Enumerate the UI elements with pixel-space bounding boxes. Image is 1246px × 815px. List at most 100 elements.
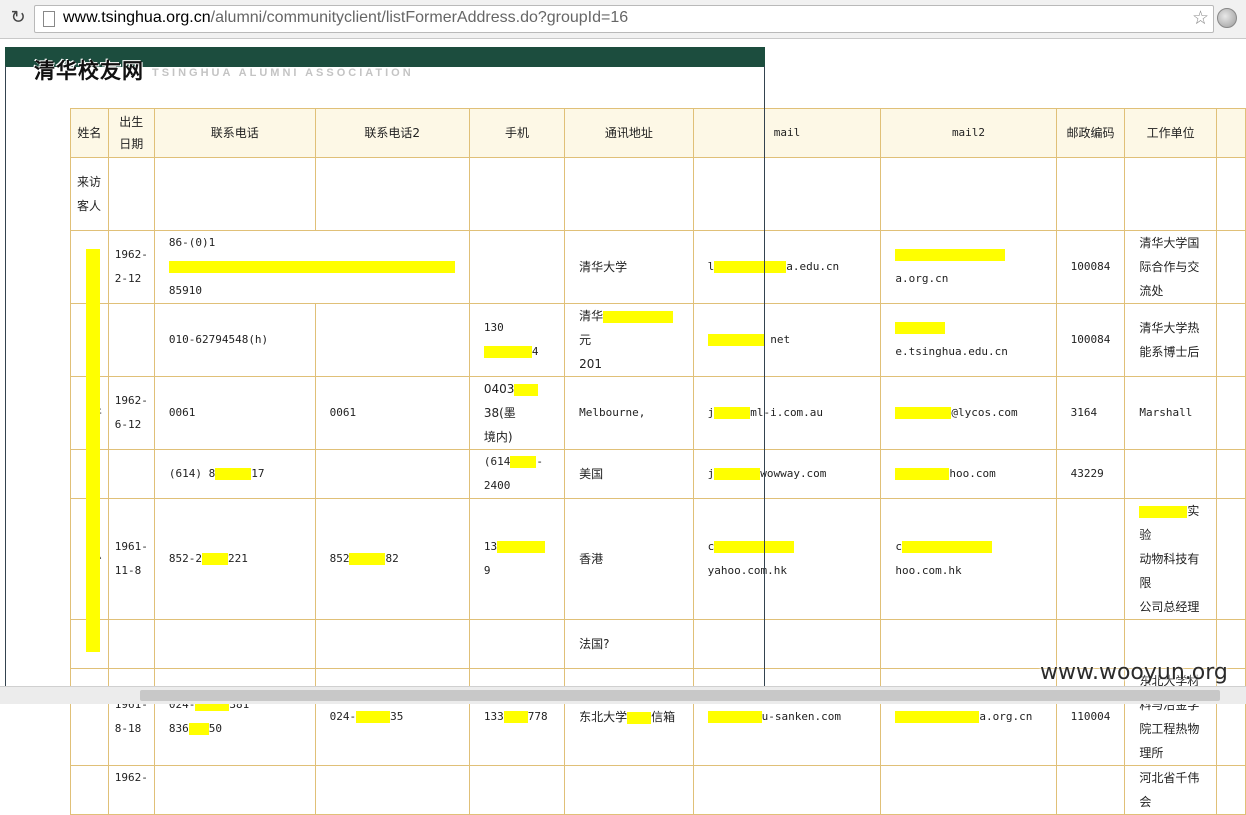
bookmark-star-icon[interactable]: ☆ [1192,7,1209,29]
cell-mail2: hoo.com [880,449,1057,499]
cell-phone: 852-2 221 [153,498,316,620]
cell-overflow [1215,498,1246,620]
site-logo[interactable]: 清华校友网 [34,55,144,85]
cell-phone-prefix: 86-(0)1 [168,236,216,249]
cell-phone2-tail: 82 [385,552,399,565]
cell-mail2: a.org.cn [880,668,1057,766]
page-left-border [5,66,6,688]
cell-phone2-tail: 35 [390,710,404,723]
cell-address: Melbourne, [564,376,694,450]
cell-mail2: @lycos.com [880,376,1057,450]
cell-birthdate [107,157,155,231]
cell-workplace-line2: 动物科技有限 [1139,552,1200,590]
cell-mail [692,157,882,231]
cell-phone2 [314,303,470,377]
url-text[interactable]: www.tsinghua.org.cn/alumni/communityclie… [63,9,628,27]
redaction-mark [188,723,209,735]
cell-postcode [1055,157,1126,231]
cell-address: 香港 [564,498,694,620]
cell-mail-tail: ml-i.com.au [750,406,824,419]
cell-mail2: e.tsinghua.edu.cn [880,303,1057,377]
cell-phone-tail: 221 [227,552,248,565]
cell-mail2 [880,765,1057,815]
redaction-mark [201,553,228,565]
cell-workplace: 实验 动物科技有限 公司总经理 [1124,498,1217,620]
cell-mobile-line2: 境内) [483,430,513,444]
redaction-mark [215,468,252,480]
header-postcode: 邮政编码 [1055,108,1126,158]
redaction-mark [895,249,1006,261]
cell-name: 来访客人 [70,157,109,231]
cell-address-prefix: 清华 [579,309,604,323]
header-mail: mail [692,108,882,158]
cell-mobile: 133 778 [468,668,566,766]
redaction-mark [356,711,391,723]
cell-mobile-tail: 38(墨 [483,406,516,420]
cell-mail2-tail: a.org.cn [979,710,1033,723]
cell-mobile: 13 9 [468,498,566,620]
cell-phone-prefix: 852-2 [168,552,202,565]
cell-phone [153,157,316,231]
cell-workplace: 清华大学国际合作与交流处 [1124,230,1217,304]
cell-phone2 [314,157,470,231]
cell-mobile: 0403 38(墨 境内) [468,376,566,450]
browser-toolbar: ↻ www.tsinghua.org.cn/alumni/communitycl… [0,0,1246,39]
cell-mobile-prefix: 133 [483,710,504,723]
cell-overflow [1215,376,1246,450]
cell-birthdate: 1962-6-12 [107,376,155,450]
redaction-mark [901,541,992,553]
frame-right-line [764,66,765,688]
cell-phone-tail: 85910 [168,284,202,297]
cell-postcode: 100084 [1055,303,1126,377]
cell-mail2-tail: hoo.com.hk [895,564,962,577]
scrollbar-thumb[interactable] [140,690,1220,701]
table-row: 1962- 河北省千伟会 [70,765,1246,815]
cell-workplace: Marshall [1124,376,1217,450]
cell-birthdate [107,303,155,377]
cell-mobile [468,230,566,304]
cell-phone2: 0061 [314,376,470,450]
cell-postcode: 100084 [1055,230,1126,304]
cell-mobile-prefix: (614 [483,455,511,468]
cell-mail-tail: u-sanken.com [761,710,842,723]
cell-mail: j ml-i.com.au [692,376,882,450]
cell-mobile [468,157,566,231]
cell-address-tail: 信箱 [651,710,676,724]
reload-icon[interactable]: ↻ [8,8,28,28]
table-row: 少 1961-11-8 852-2221 85282 139 香港 cyahoo… [70,498,1246,620]
horizontal-scrollbar[interactable] [0,686,1246,704]
cell-mail2-prefix: c [895,540,902,553]
cell-address: 清华元 201 [564,303,694,377]
cell-mail-prefix: j [707,406,715,419]
cell-mail2: c hoo.com.hk [880,498,1057,620]
cell-phone-tail: 17 [251,467,265,480]
cell-birthdate: 1962-2-12 [107,230,155,304]
cell-overflow [1215,157,1246,231]
cell-postcode [1055,765,1126,815]
extension-globe-icon[interactable] [1217,8,1237,28]
cell-mail [692,619,882,669]
cell-mail-tail: a.edu.cn [786,260,840,273]
cell-mail: l a.edu.cn [692,230,882,304]
cell-mobile-tail: 9 [483,564,491,577]
cell-mail2-tail: a.org.cn [895,272,949,285]
redaction-mark [707,334,764,346]
redaction-mark [714,407,751,419]
header-address: 通讯地址 [564,108,694,158]
cell-address-tail: 元 [579,333,592,347]
cell-mail2-tail: hoo.com [949,467,996,480]
cell-phone2 [314,619,470,669]
cell-mail-prefix: c [707,540,715,553]
cell-phone2-prefix: 852 [329,552,350,565]
cell-mobile-line2: 2400 [483,479,511,492]
redaction-mark [510,456,537,468]
redaction-mark [707,711,762,723]
cell-name [70,668,109,766]
table-row: 010-62794548(h) 130 4 清华元 201 net e.tsingh… [70,303,1246,377]
cell-workplace-line3: 公司总经理 [1139,600,1200,614]
cell-phone-prefix: (614) 8 [168,467,216,480]
redaction-mark [714,541,795,553]
cell-mail: u-sanken.com [692,668,882,766]
cell-birthdate: 1961-8-18 [107,668,155,766]
address-bar[interactable]: www.tsinghua.org.cn/alumni/communityclie… [34,5,1214,33]
